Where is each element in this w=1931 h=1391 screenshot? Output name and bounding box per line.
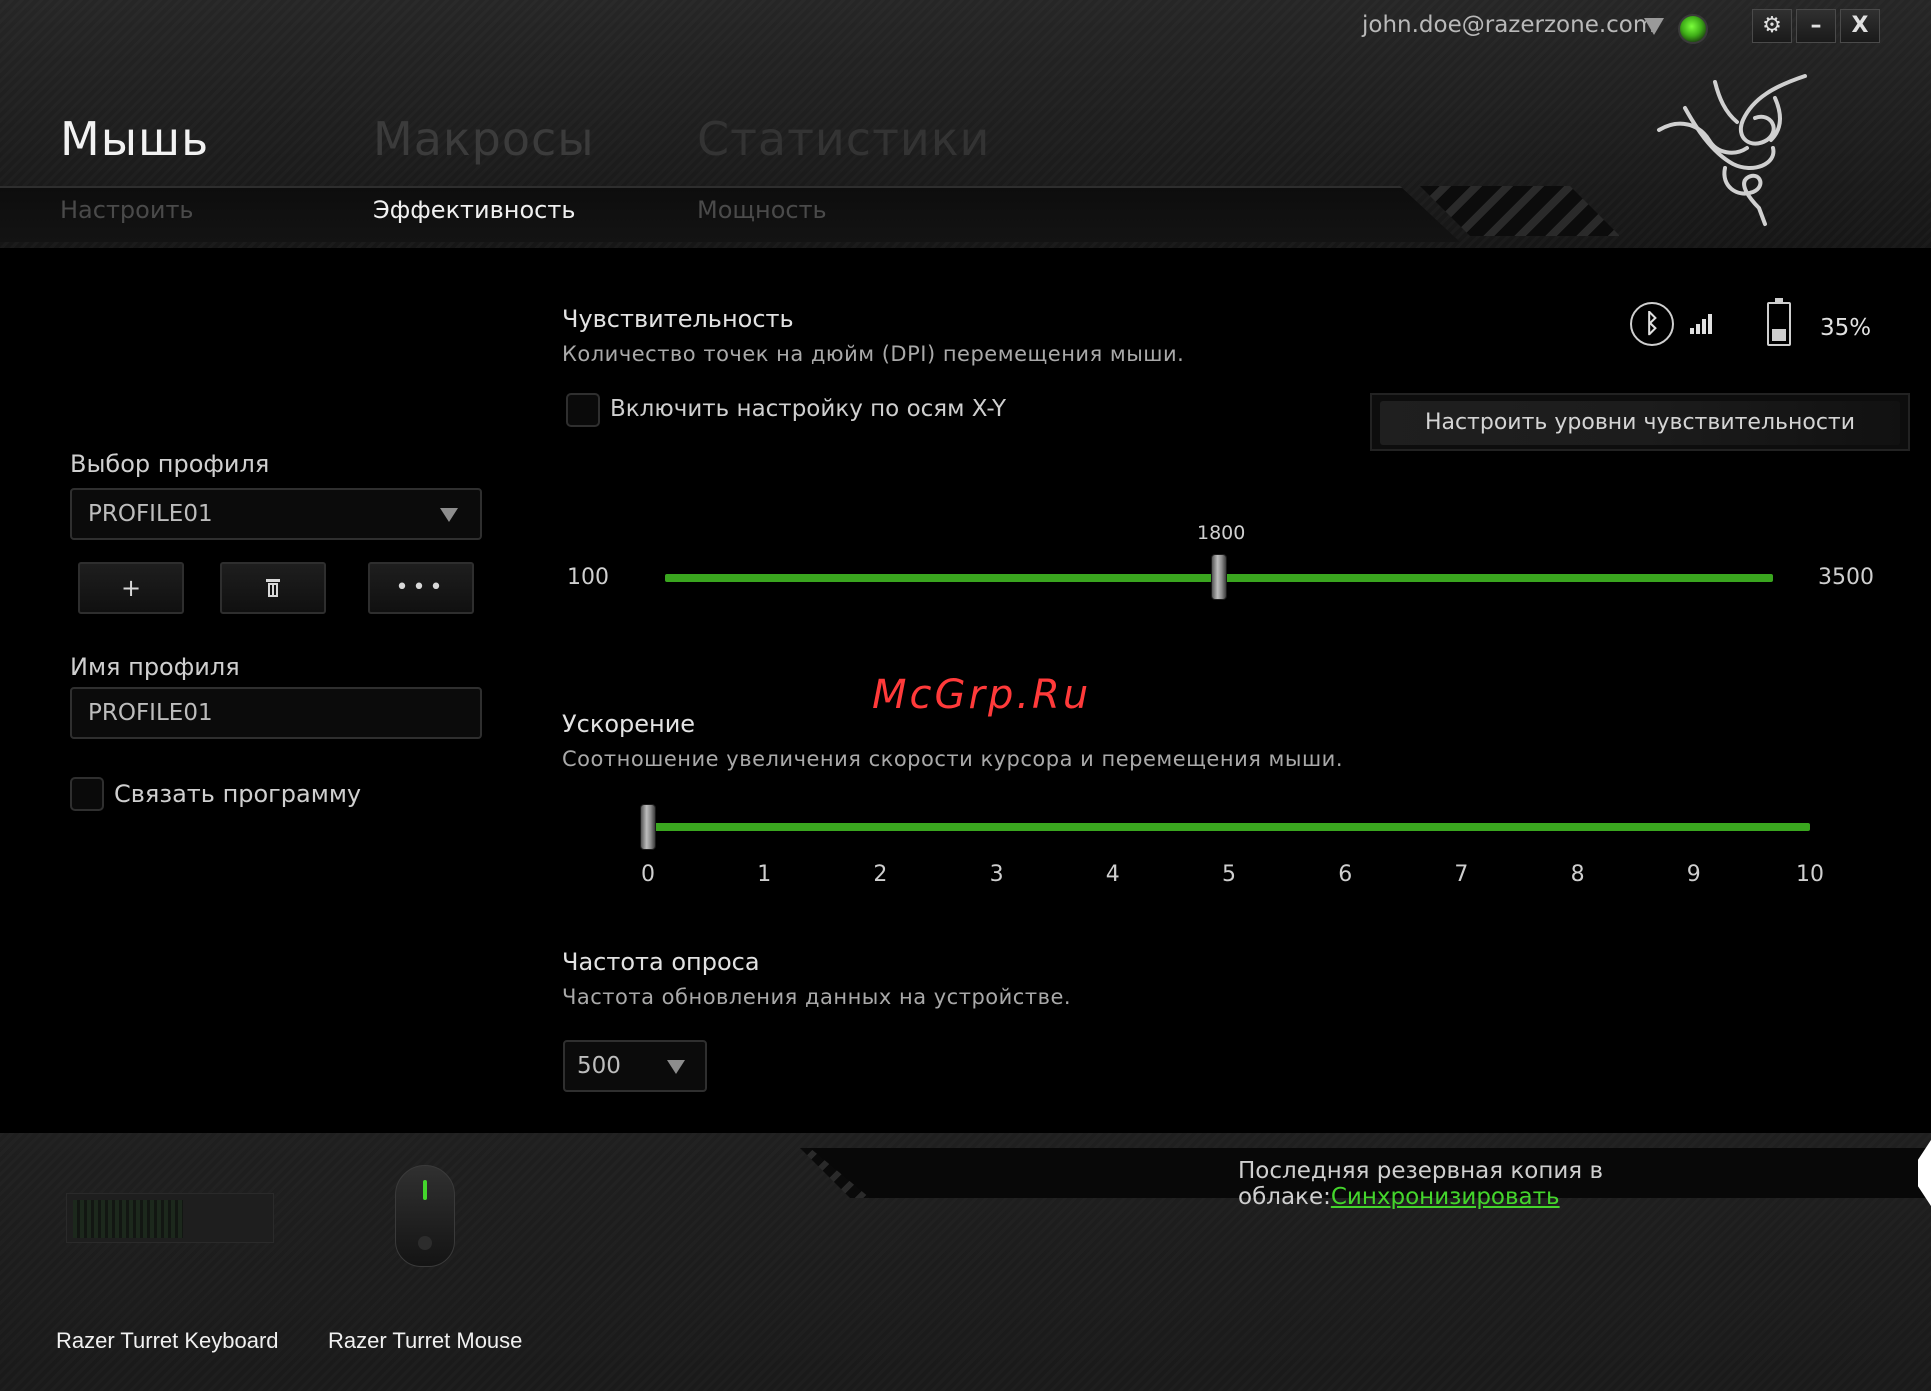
mouse-logo xyxy=(418,1236,432,1250)
acceleration-tick-4: 4 xyxy=(1105,862,1120,887)
sensitivity-max-label: 3500 xyxy=(1818,565,1874,590)
profile-name-label: Имя профиля xyxy=(70,653,240,681)
delete-profile-button[interactable] xyxy=(220,562,326,614)
profile-select-label: Выбор профиля xyxy=(70,450,270,478)
xy-sensitivity-checkbox[interactable] xyxy=(566,393,600,427)
tab-mouse[interactable]: Мышь xyxy=(60,112,209,166)
profile-dropdown[interactable]: PROFILE01 xyxy=(70,488,482,540)
device-label-keyboard[interactable]: Razer Turret Keyboard xyxy=(56,1328,279,1354)
sensitivity-min-label: 100 xyxy=(567,565,609,590)
link-program-checkbox[interactable] xyxy=(70,777,104,811)
tab-stats[interactable]: Статистики xyxy=(697,112,990,166)
minimize-button[interactable]: – xyxy=(1796,9,1836,43)
sensitivity-description: Количество точек на дюйм (DPI) перемещен… xyxy=(562,342,1185,366)
mouse-scroll-wheel xyxy=(423,1180,427,1200)
polling-rate-value: 500 xyxy=(577,1053,621,1079)
xy-sensitivity-label: Включить настройку по осям X-Y xyxy=(610,396,1007,422)
acceleration-tick-6: 6 xyxy=(1338,862,1353,887)
link-program-label: Связать программу xyxy=(114,780,362,808)
sensitivity-slider-thumb[interactable] xyxy=(1211,554,1227,600)
profile-name-input[interactable]: PROFILE01 xyxy=(70,687,482,739)
acceleration-tick-8: 8 xyxy=(1570,862,1585,887)
subtab-customize[interactable]: Настроить xyxy=(60,196,194,224)
polling-rate-title: Частота опроса xyxy=(562,948,760,976)
polling-rate-description: Частота обновления данных на устройстве. xyxy=(562,985,1072,1009)
acceleration-tick-7: 7 xyxy=(1454,862,1469,887)
acceleration-tick-0: 0 xyxy=(641,862,655,887)
bluetooth-icon: ᛒ xyxy=(1630,302,1674,346)
subtab-power[interactable]: Мощность xyxy=(697,196,827,224)
acceleration-tick-2: 2 xyxy=(873,862,888,887)
watermark: McGrp.Ru xyxy=(872,672,1092,718)
battery-icon xyxy=(1767,298,1791,346)
acceleration-tick-10: 10 xyxy=(1796,862,1824,887)
settings-button[interactable]: ⚙ xyxy=(1752,9,1792,43)
keyboard-device-image[interactable] xyxy=(66,1193,274,1243)
chevron-down-icon xyxy=(440,508,458,522)
chevron-down-icon[interactable] xyxy=(1644,18,1664,35)
close-button[interactable]: X xyxy=(1840,9,1880,43)
add-profile-button[interactable]: + xyxy=(78,562,184,614)
profile-dropdown-value: PROFILE01 xyxy=(88,501,213,527)
acceleration-slider-track[interactable] xyxy=(648,823,1810,831)
sync-link[interactable]: Синхронизировать xyxy=(1331,1184,1560,1210)
signal-icon xyxy=(1690,312,1714,334)
acceleration-description: Соотношение увеличения скорости курсора … xyxy=(562,747,1343,771)
device-label-mouse[interactable]: Razer Turret Mouse xyxy=(328,1328,522,1354)
battery-level-fill xyxy=(1772,329,1786,341)
keyboard-keys xyxy=(73,1200,183,1238)
acceleration-tick-9: 9 xyxy=(1686,862,1701,887)
chevron-down-icon xyxy=(667,1060,685,1074)
more-options-button[interactable]: ••• xyxy=(368,562,474,614)
acceleration-tick-5: 5 xyxy=(1222,862,1236,887)
tab-macros[interactable]: Макросы xyxy=(373,112,595,166)
cloud-backup-status: Последняя резервная копия в облаке:Синхр… xyxy=(1238,1158,1931,1210)
online-status-icon xyxy=(1678,14,1708,44)
subtab-performance[interactable]: Эффективность xyxy=(373,196,575,224)
sensitivity-stages-frame: Настроить уровни чувствительности xyxy=(1370,393,1910,451)
trash-icon xyxy=(266,579,280,597)
battery-percent: 35% xyxy=(1820,315,1872,341)
user-email[interactable]: john.doe@razerzone.com xyxy=(1362,12,1655,38)
acceleration-title: Ускорение xyxy=(562,710,696,738)
sensitivity-stages-button[interactable]: Настроить уровни чувствительности xyxy=(1380,401,1900,445)
acceleration-tick-3: 3 xyxy=(989,862,1004,887)
mouse-device-image[interactable] xyxy=(395,1165,455,1267)
polling-rate-dropdown[interactable]: 500 xyxy=(563,1040,707,1092)
sensitivity-value-label: 1800 xyxy=(1197,522,1246,544)
acceleration-tick-1: 1 xyxy=(757,862,772,887)
acceleration-slider-thumb[interactable] xyxy=(640,804,656,850)
razer-logo-icon xyxy=(1657,74,1807,226)
sensitivity-title: Чувствительность xyxy=(562,305,794,333)
